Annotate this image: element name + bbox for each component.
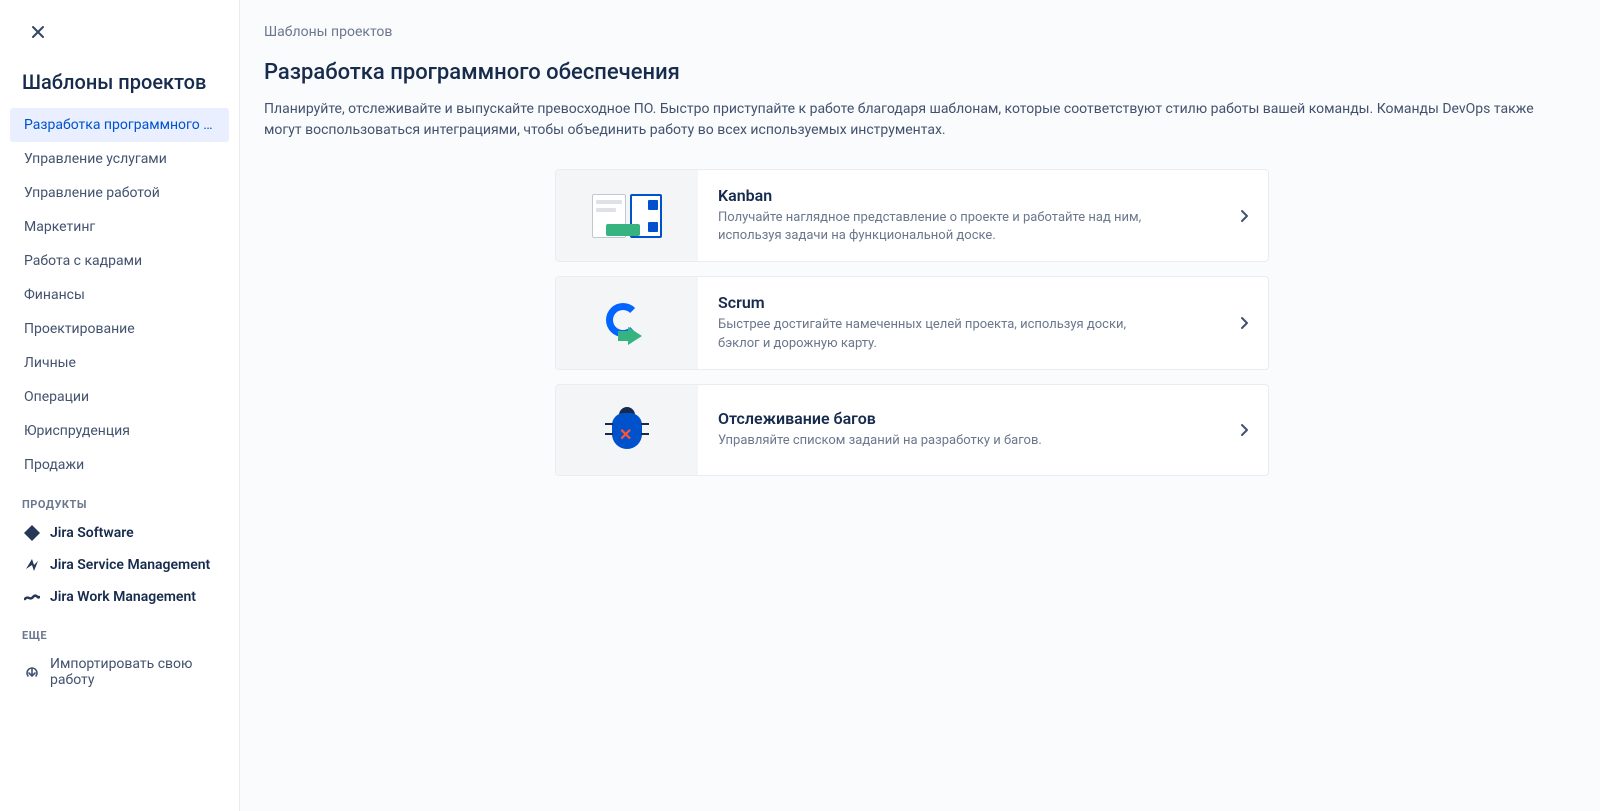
card-body: Kanban Получайте наглядное представление … xyxy=(698,170,1220,261)
card-description: Управляйте списком заданий на разработку… xyxy=(718,432,1148,450)
sidebar-category-8[interactable]: Операции xyxy=(10,380,229,414)
sidebar-category-9[interactable]: Юриспруденция xyxy=(10,414,229,448)
sidebar: Шаблоны проектов Разработка программного… xyxy=(0,0,240,811)
close-icon xyxy=(30,23,46,46)
product-item-0[interactable]: Jira Software xyxy=(10,517,229,549)
card-description: Быстрее достигайте намеченных целей прое… xyxy=(718,316,1148,352)
scrum-illustration-icon xyxy=(600,301,654,345)
card-illustration: ✕ xyxy=(556,385,698,475)
products-header: ПРОДУКТЫ xyxy=(6,482,233,517)
sidebar-category-10[interactable]: Продажи xyxy=(10,448,229,482)
page-title: Разработка программного обеспечения xyxy=(264,60,1560,85)
product-item-2[interactable]: Jira Work Management xyxy=(10,581,229,613)
sidebar-category-2[interactable]: Управление работой xyxy=(10,176,229,210)
jira-service-icon xyxy=(24,557,40,573)
sidebar-category-5[interactable]: Финансы xyxy=(10,278,229,312)
template-card-scrum[interactable]: Scrum Быстрее достигайте намеченных целей… xyxy=(555,276,1269,369)
main-content: Шаблоны проектов Разработка программного… xyxy=(240,0,1600,811)
more-header: ЕЩЕ xyxy=(6,613,233,648)
card-illustration xyxy=(556,277,698,368)
chevron-right-icon xyxy=(1220,170,1268,261)
product-label: Jira Software xyxy=(50,525,134,541)
sidebar-category-0[interactable]: Разработка программного обеспечения xyxy=(10,108,229,142)
kanban-illustration-icon xyxy=(592,194,662,238)
breadcrumb[interactable]: Шаблоны проектов xyxy=(264,24,1560,40)
import-icon xyxy=(24,664,40,680)
card-title: Kanban xyxy=(718,186,1212,205)
jira-work-icon xyxy=(24,589,40,605)
sidebar-category-4[interactable]: Работа с кадрами xyxy=(10,244,229,278)
sidebar-category-1[interactable]: Управление услугами xyxy=(10,142,229,176)
more-label: Импортировать свою работу xyxy=(50,656,215,688)
product-label: Jira Work Management xyxy=(50,589,196,605)
sidebar-title: Шаблоны проектов xyxy=(6,70,233,108)
card-title: Scrum xyxy=(718,293,1212,312)
close-button[interactable] xyxy=(22,18,54,50)
card-title: Отслеживание багов xyxy=(718,409,1212,428)
template-card-bug[interactable]: ✕ Отслеживание багов Управляйте списком за… xyxy=(555,384,1269,476)
jira-software-icon xyxy=(24,525,40,541)
chevron-right-icon xyxy=(1220,277,1268,368)
card-body: Отслеживание багов Управляйте списком зад… xyxy=(698,385,1220,475)
bug-illustration-icon: ✕ xyxy=(607,407,647,453)
sidebar-category-7[interactable]: Личные xyxy=(10,346,229,380)
sidebar-category-6[interactable]: Проектирование xyxy=(10,312,229,346)
card-body: Scrum Быстрее достигайте намеченных целей… xyxy=(698,277,1220,368)
product-label: Jira Service Management xyxy=(50,557,210,573)
card-description: Получайте наглядное представление о прое… xyxy=(718,209,1148,245)
template-card-kanban[interactable]: Kanban Получайте наглядное представление … xyxy=(555,169,1269,262)
sidebar-category-3[interactable]: Маркетинг xyxy=(10,210,229,244)
chevron-right-icon xyxy=(1220,385,1268,475)
more-item-0[interactable]: Импортировать свою работу xyxy=(10,648,229,696)
page-description: Планируйте, отслеживайте и выпускайте пр… xyxy=(264,99,1544,141)
card-illustration xyxy=(556,170,698,261)
product-item-1[interactable]: Jira Service Management xyxy=(10,549,229,581)
